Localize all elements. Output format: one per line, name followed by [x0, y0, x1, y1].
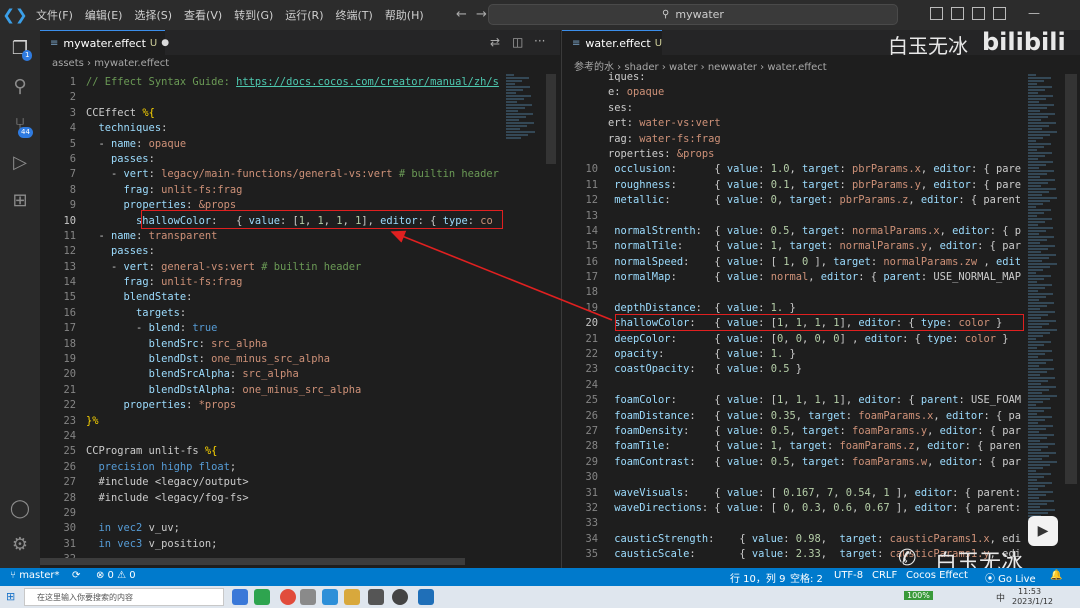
- taskbar-search-input[interactable]: 在这里输入你要搜索的内容: [24, 588, 224, 606]
- branch-icon: ⑂: [10, 570, 20, 581]
- sync-icon[interactable]: ⟳: [72, 570, 80, 581]
- problems-indicator[interactable]: ⊗ 0 ⚠ 0: [96, 570, 136, 581]
- status-bar: ⑂ master* ⟳ ⊗ 0 ⚠ 0 行 10，列 9 空格: 2 UTF-8…: [0, 568, 1080, 586]
- indentation[interactable]: 空格: 2: [790, 570, 823, 585]
- taskbar-time[interactable]: 11:53: [1018, 587, 1041, 596]
- cursor-position[interactable]: 行 10，列 9: [730, 570, 785, 585]
- go-live-button[interactable]: ⦿ Go Live: [985, 570, 1036, 585]
- windows-taskbar: ⊞ 在这里输入你要搜索的内容 100% 中 11:53 2023/1/12: [0, 586, 1080, 608]
- taskbar-search-placeholder: 在这里输入你要搜索的内容: [37, 592, 133, 602]
- taskbar-app-icon[interactable]: [232, 589, 248, 605]
- taskbar-app-icon[interactable]: [344, 589, 360, 605]
- taskbar-app-icon[interactable]: [300, 589, 316, 605]
- windows-start-icon[interactable]: ⊞: [6, 590, 15, 603]
- language-mode[interactable]: Cocos Effect: [906, 570, 968, 581]
- bilibili-logo: bilibili: [982, 28, 1066, 56]
- watermark-author: 白玉无冰: [888, 34, 968, 58]
- arrow-line: [390, 230, 613, 321]
- video-play-icon[interactable]: ▶: [1028, 516, 1058, 546]
- encoding[interactable]: UTF-8: [834, 570, 863, 581]
- branch-indicator[interactable]: ⑂ master*: [10, 570, 59, 581]
- vscode-taskbar-icon[interactable]: [418, 589, 434, 605]
- branch-label: master*: [19, 570, 60, 581]
- annotation-arrow: [390, 230, 613, 321]
- notifications-bell-icon[interactable]: 🔔: [1050, 570, 1062, 581]
- taskbar-app-icon[interactable]: [392, 589, 408, 605]
- taskbar-app-icon[interactable]: [368, 589, 384, 605]
- taskbar-date[interactable]: 2023/1/12: [1012, 597, 1053, 606]
- chrome-icon[interactable]: [280, 589, 296, 605]
- taskbar-app-icon[interactable]: [322, 589, 338, 605]
- taskbar-app-icon[interactable]: [254, 589, 270, 605]
- battery-indicator[interactable]: 100%: [904, 591, 933, 600]
- line-endings[interactable]: CRLF: [872, 570, 897, 581]
- ime-indicator[interactable]: 中: [996, 591, 1005, 604]
